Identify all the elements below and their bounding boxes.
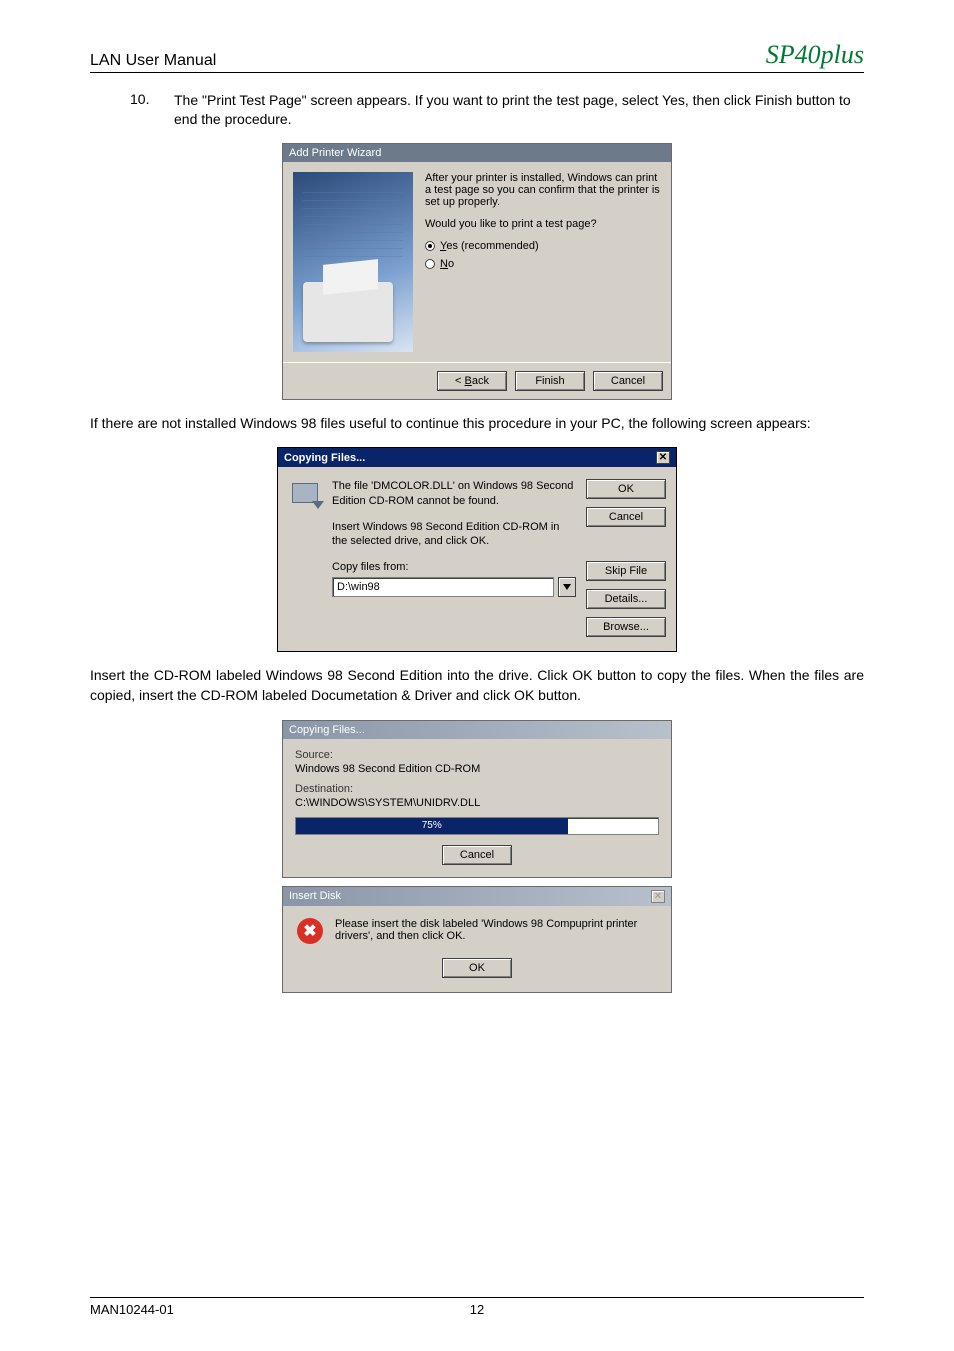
browse-button[interactable]: Browse... xyxy=(586,617,666,637)
paragraph-insert-cd: Insert the CD-ROM labeled Windows 98 Sec… xyxy=(90,666,864,705)
doc-id: MAN10244-01 xyxy=(90,1302,174,1317)
radio-no[interactable]: No xyxy=(425,258,661,270)
insert-cd-message: Insert Windows 98 Second Edition CD-ROM … xyxy=(332,520,576,549)
copying-files-title: Copying Files... xyxy=(284,452,365,464)
insert-disk-message: Please insert the disk labeled 'Windows … xyxy=(335,918,657,942)
insert-disk-dialog: Insert Disk ✕ ✖ Please insert the disk l… xyxy=(282,886,672,993)
skip-file-button[interactable]: Skip File xyxy=(586,561,666,581)
copy-from-input[interactable] xyxy=(332,577,554,597)
ok-button[interactable]: OK xyxy=(586,479,666,499)
add-printer-wizard-window: Add Printer Wizard After your printer is… xyxy=(282,143,672,400)
source-label: Source: xyxy=(295,749,659,761)
radio-yes[interactable]: Yes (recommended) xyxy=(425,240,661,252)
insert-disk-title: Insert Disk xyxy=(289,890,341,902)
page-number: 12 xyxy=(470,1302,484,1317)
back-button[interactable]: < Back xyxy=(437,371,507,391)
missing-file-message: The file 'DMCOLOR.DLL' on Windows 98 Sec… xyxy=(332,479,576,508)
copying-files-dialog: Copying Files... ✕ The file 'DMCOLOR.DLL… xyxy=(277,447,677,652)
error-icon: ✖ xyxy=(297,918,323,944)
copy-progress-dialog: Copying Files... Source: Windows 98 Seco… xyxy=(282,720,672,878)
copy-progress-title: Copying Files... xyxy=(283,721,671,739)
brand-logo: SP40plus xyxy=(766,40,864,70)
destination-value: C:\WINDOWS\SYSTEM\UNIDRV.DLL xyxy=(295,797,659,809)
page-footer: MAN10244-01 12 xyxy=(90,1297,864,1317)
radio-dot-icon xyxy=(425,241,435,251)
close-icon[interactable]: ✕ xyxy=(656,451,670,464)
disk-insert-icon xyxy=(288,481,322,507)
chevron-down-icon xyxy=(563,584,571,590)
cancel-button[interactable]: Cancel xyxy=(593,371,663,391)
wizard-side-image xyxy=(293,172,413,352)
dropdown-button[interactable] xyxy=(558,577,576,597)
details-button[interactable]: Details... xyxy=(586,589,666,609)
wizard-titlebar: Add Printer Wizard xyxy=(283,144,671,162)
progress-bar: 75% xyxy=(295,817,659,835)
radio-dot-icon xyxy=(425,259,435,269)
cancel-button[interactable]: Cancel xyxy=(586,507,666,527)
step-number: 10. xyxy=(130,91,158,129)
progress-fill: 75% xyxy=(296,818,568,834)
copy-from-label: Copy files from: xyxy=(332,561,576,573)
step-10: 10. The "Print Test Page" screen appears… xyxy=(90,91,864,129)
paragraph-missing-files: If there are not installed Windows 98 fi… xyxy=(90,414,864,434)
step-text: The "Print Test Page" screen appears. If… xyxy=(174,91,864,129)
wizard-question-text: Would you like to print a test page? xyxy=(425,218,661,230)
ok-button[interactable]: OK xyxy=(442,958,512,978)
wizard-intro-text: After your printer is installed, Windows… xyxy=(425,172,661,208)
destination-label: Destination: xyxy=(295,783,659,795)
source-value: Windows 98 Second Edition CD-ROM xyxy=(295,763,659,775)
manual-title: LAN User Manual xyxy=(90,52,216,70)
finish-button[interactable]: Finish xyxy=(515,371,585,391)
radio-yes-label: Yes (recommended) xyxy=(440,240,539,252)
printer-icon xyxy=(303,282,393,342)
progress-percent: 75% xyxy=(422,820,442,831)
close-icon: ✕ xyxy=(651,890,665,903)
cancel-button[interactable]: Cancel xyxy=(442,845,512,865)
radio-no-label: No xyxy=(440,258,454,270)
